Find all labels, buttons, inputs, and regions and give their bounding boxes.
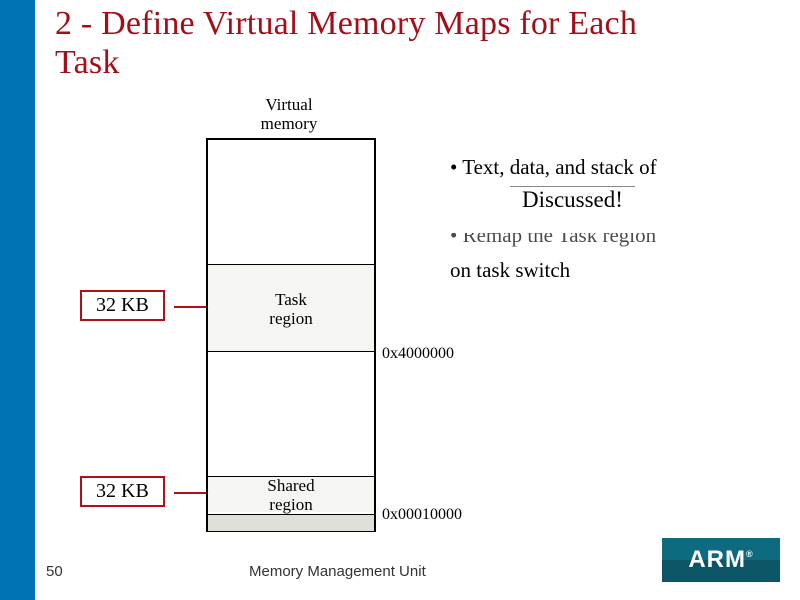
shared-region-label: Shared region [267, 476, 314, 514]
virtual-memory-label: Virtual memory [244, 96, 334, 133]
page-number: 50 [46, 563, 63, 580]
arm-logo: ARM® [662, 538, 780, 582]
task-size-leader-line [174, 306, 206, 308]
task-size-label: 32 KB [96, 294, 149, 316]
footer-section-title: Memory Management Unit [249, 563, 426, 580]
task-region-block: Task region [208, 264, 374, 352]
slide-left-stripe [0, 0, 35, 600]
memory-map-base-strip [208, 514, 374, 531]
bullet-text-data-stack: • Text, data, and stack of [450, 153, 657, 181]
registered-icon: ® [746, 549, 754, 559]
bullet-remap-text: • Remap the Task region [450, 233, 750, 249]
task-region-address: 0x4000000 [382, 345, 454, 363]
title-line-2: Task [55, 44, 120, 81]
task-region-label: Task region [269, 290, 312, 328]
discussed-overlay: Discussed! [510, 186, 635, 215]
bullet-remap-line2: on task switch [450, 258, 570, 283]
shared-region-block: Shared region [208, 476, 374, 512]
arm-logo-text: ARM [688, 546, 746, 573]
task-size-callout: 32 KB [80, 290, 165, 321]
virtual-memory-label-text: Virtual memory [261, 95, 318, 133]
shared-size-leader-line [174, 492, 206, 494]
shared-size-label: 32 KB [96, 480, 149, 502]
slide-title: 2 - Define Virtual Memory Maps for Each … [55, 4, 800, 82]
shared-region-address: 0x00010000 [382, 506, 462, 524]
title-line-1: 2 - Define Virtual Memory Maps for Each [55, 5, 637, 42]
shared-size-callout: 32 KB [80, 476, 165, 507]
